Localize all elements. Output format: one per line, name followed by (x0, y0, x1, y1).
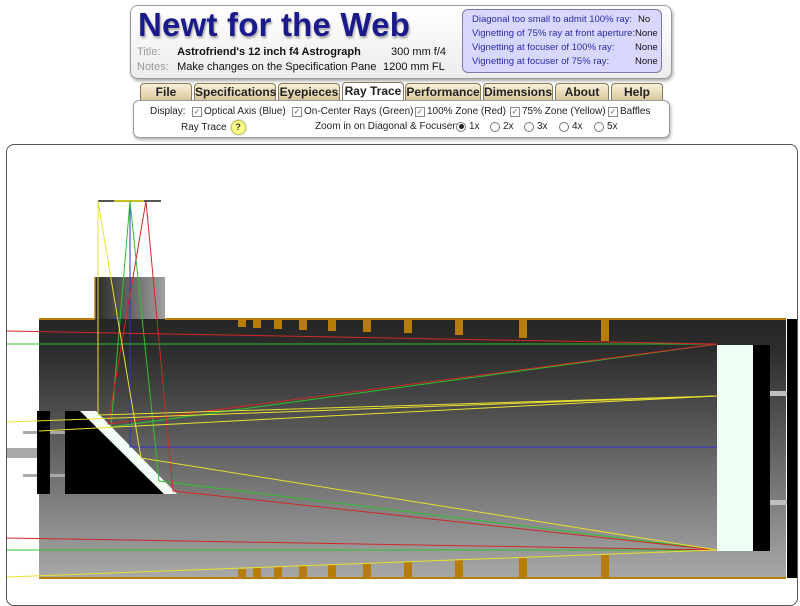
zoom-option-4x[interactable]: 4x (559, 121, 583, 132)
baffle (253, 568, 261, 578)
notes-row: Notes: Make changes on the Specification… (137, 61, 376, 73)
option-label: Optical Axis (Blue) (204, 106, 286, 117)
option-label: Baffles (620, 106, 651, 117)
baffle (519, 319, 527, 338)
ray-trace-canvas (6, 144, 798, 606)
header-panel: Newt for the Web Title: Astrofriend's 12… (130, 5, 672, 79)
focal-length: 1200 mm FL (383, 61, 445, 73)
tab-help[interactable]: Help (611, 83, 663, 100)
ray-trace-help: Ray Trace ? (181, 120, 246, 135)
title-label: Title: (137, 46, 161, 58)
baffle (299, 319, 307, 330)
baffle (455, 319, 463, 335)
zoom-option-label: 3x (537, 121, 548, 132)
display-label: Display: (150, 106, 186, 117)
status-value: No (638, 14, 651, 25)
help-icon[interactable]: ? (230, 120, 246, 135)
zoom-option-1x[interactable]: 1x (456, 121, 480, 132)
on-center-rays-option[interactable]: ✓ On-Center Rays (Green) (292, 106, 413, 117)
secondary-holder (37, 411, 50, 494)
radio-1x[interactable] (456, 121, 466, 132)
vignetting-status-panel: Diagonal too small to admit 100% ray: No… (462, 9, 662, 73)
baffle (455, 560, 463, 578)
checkbox-baffles[interactable]: ✓ (608, 106, 618, 117)
zoom-option-3x[interactable]: 3x (524, 121, 548, 132)
option-label: On-Center Rays (Green) (304, 106, 414, 117)
tab-performance[interactable]: Performance (405, 83, 481, 100)
radio-5x[interactable] (594, 121, 604, 132)
status-label: Vignetting at focuser of 100% ray: (472, 42, 615, 53)
optical-axis-option[interactable]: ✓ Optical Axis (Blue) (192, 106, 286, 117)
baffle (404, 319, 412, 333)
zoom-option-5x[interactable]: 5x (594, 121, 618, 132)
radio-2x[interactable] (490, 121, 500, 132)
baffle (328, 565, 336, 578)
radio-4x[interactable] (559, 121, 569, 132)
aperture-focal-ratio: 300 mm f/4 (391, 46, 447, 58)
tab-specifications[interactable]: Specifications (194, 83, 276, 100)
notes-label: Notes: (137, 61, 169, 73)
ray-trace-label: Ray Trace (181, 122, 227, 133)
status-value: None (635, 42, 658, 53)
option-label: 100% Zone (Red) (427, 106, 506, 117)
tube-end (787, 319, 797, 578)
notes-value: Make changes on the Specification Pane (177, 61, 377, 73)
mirror-cell (753, 345, 770, 551)
baffle (238, 319, 246, 327)
status-label: Vignetting of 75% ray at front aperture: (472, 28, 636, 39)
baffle (519, 558, 527, 578)
status-label: Vignetting at focuser of 75% ray: (472, 56, 610, 67)
zoom-label: Zoom in on Diagonal & Focuser: (315, 121, 459, 132)
baffle (274, 567, 282, 578)
zone-75-option[interactable]: ✓ 75% Zone (Yellow) (510, 106, 606, 117)
mirror-support (770, 500, 787, 505)
zone-100-option[interactable]: ✓ 100% Zone (Red) (415, 106, 506, 117)
title-row: Title: Astrofriend's 12 inch f4 Astrogra… (137, 46, 361, 58)
checkbox-zone-100[interactable]: ✓ (415, 106, 425, 117)
ray-trace-drawing (7, 200, 797, 579)
telescope-tube (39, 319, 786, 578)
tab-ray-trace[interactable]: Ray Trace (342, 82, 404, 101)
checkbox-on-center-rays[interactable]: ✓ (292, 106, 302, 117)
tab-about[interactable]: About (555, 83, 609, 100)
zoom-option-label: 4x (572, 121, 583, 132)
zoom-option-label: 5x (607, 121, 618, 132)
zoom-option-2x[interactable]: 2x (490, 121, 514, 132)
baffles-option[interactable]: ✓ Baffles (608, 106, 650, 117)
checkbox-optical-axis[interactable]: ✓ (192, 106, 202, 117)
tab-eyepieces[interactable]: Eyepieces (278, 83, 340, 100)
baffle (404, 562, 412, 578)
display-options-panel: Display: ✓ Optical Axis (Blue) ✓ On-Cent… (133, 100, 670, 138)
status-value: None (635, 28, 658, 39)
zoom-option-label: 1x (469, 121, 480, 132)
baffle (601, 319, 609, 341)
app-title: Newt for the Web (138, 6, 411, 43)
tab-file[interactable]: File (140, 83, 192, 100)
tab-dimensions[interactable]: Dimensions (483, 83, 553, 100)
baffle (274, 319, 282, 329)
status-value: None (635, 56, 658, 67)
mirror-support (770, 391, 787, 396)
spider-vane (7, 448, 39, 458)
baffle (363, 564, 371, 578)
primary-mirror (717, 345, 753, 551)
baffle (253, 319, 261, 328)
zoom-option-label: 2x (503, 121, 514, 132)
radio-3x[interactable] (524, 121, 534, 132)
status-label: Diagonal too small to admit 100% ray: (472, 14, 632, 25)
baffle (363, 319, 371, 332)
checkbox-zone-75[interactable]: ✓ (510, 106, 520, 117)
baffle (328, 319, 336, 331)
baffle (238, 569, 246, 578)
scope-title: Astrofriend's 12 inch f4 Astrograph (177, 46, 361, 58)
option-label: 75% Zone (Yellow) (522, 106, 606, 117)
baffle (601, 555, 609, 578)
baffle (299, 566, 307, 578)
